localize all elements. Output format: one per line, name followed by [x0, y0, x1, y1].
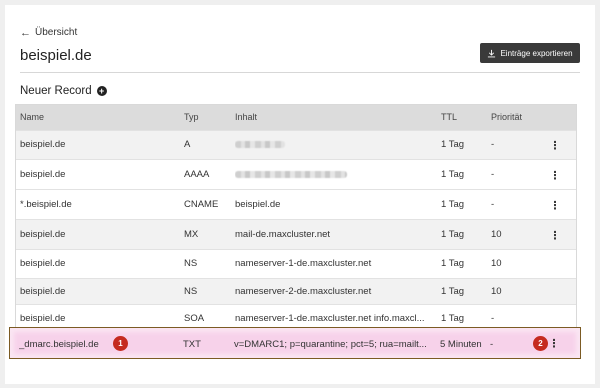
back-link[interactable]: ← Übersicht	[20, 27, 77, 38]
table-row: beispiel.de AAAA 1 Tag - ⋮	[16, 160, 576, 190]
record-priority: -	[491, 313, 495, 324]
record-type: MX	[184, 229, 199, 240]
row-menu-icon[interactable]: ⋮	[549, 139, 561, 152]
record-ttl: 1 Tag	[441, 199, 465, 210]
annotation-badge-1: 1	[113, 336, 128, 351]
record-name: beispiel.de	[20, 313, 66, 324]
record-type: NS	[184, 258, 198, 269]
record-type: CNAME	[184, 199, 219, 210]
record-type: SOA	[184, 313, 205, 324]
record-name: *.beispiel.de	[20, 199, 72, 210]
record-content: mail-de.maxcluster.net	[235, 229, 331, 240]
record-type: TXT	[183, 339, 201, 350]
record-priority: -	[491, 199, 495, 210]
record-content-redacted	[235, 169, 430, 180]
record-priority: 10	[491, 286, 502, 297]
record-ttl: 1 Tag	[441, 139, 465, 150]
row-menu-icon[interactable]: ⋮	[549, 229, 561, 242]
record-ttl: 1 Tag	[441, 286, 465, 297]
header-type: Typ	[184, 112, 199, 122]
header-content: Inhalt	[235, 112, 258, 122]
header-ttl: TTL	[441, 112, 458, 122]
record-name: beispiel.de	[20, 139, 66, 150]
dns-records-table: Name Typ Inhalt TTL Priorität beispiel.d…	[15, 104, 577, 333]
header-priority: Priorität	[491, 112, 523, 122]
record-content: v=DMARC1; p=quarantine; pct=5; rua=mailt…	[234, 339, 427, 350]
record-priority: -	[491, 139, 495, 150]
record-content-redacted	[235, 139, 430, 150]
table-header-row: Name Typ Inhalt TTL Priorität	[16, 105, 576, 131]
record-priority: 10	[491, 258, 502, 269]
record-priority: 10	[491, 229, 502, 240]
table-row: beispiel.de MX mail-de.maxcluster.net 1 …	[16, 220, 576, 250]
back-link-label: Übersicht	[35, 27, 78, 38]
record-ttl: 1 Tag	[441, 313, 465, 324]
record-type: A	[184, 139, 191, 150]
arrow-left-icon: ←	[20, 26, 31, 39]
table-row: beispiel.de A 1 Tag - ⋮	[16, 131, 576, 160]
record-content: beispiel.de	[235, 199, 281, 210]
export-entries-button[interactable]: Einträge exportieren	[480, 43, 580, 63]
record-name: beispiel.de	[20, 258, 66, 269]
new-record-label: Neuer Record	[20, 85, 92, 97]
row-menu-icon[interactable]: ⋮	[549, 199, 561, 212]
record-ttl: 5 Minuten	[440, 339, 482, 350]
record-ttl: 1 Tag	[441, 258, 465, 269]
header-name: Name	[20, 112, 45, 122]
record-content: nameserver-1-de.maxcluster.net	[235, 258, 372, 269]
record-content: nameserver-2-de.maxcluster.net	[235, 286, 372, 297]
table-row: *.beispiel.de CNAME beispiel.de 1 Tag - …	[16, 190, 576, 220]
page-title: beispiel.de	[20, 47, 92, 64]
export-button-label: Einträge exportieren	[500, 48, 573, 58]
record-name: _dmarc.beispiel.de	[19, 339, 99, 350]
record-content: nameserver-1-de.maxcluster.net info.maxc…	[235, 313, 425, 324]
table-row-dmarc: _dmarc.beispiel.de TXT v=DMARC1; p=quara…	[15, 330, 575, 357]
plus-circle-icon[interactable]: +	[96, 86, 107, 96]
record-ttl: 1 Tag	[441, 169, 465, 180]
table-row: beispiel.de NS nameserver-1-de.maxcluste…	[16, 250, 576, 279]
record-name: beispiel.de	[20, 229, 66, 240]
record-priority: -	[491, 169, 495, 180]
new-record-button[interactable]: Neuer Record +	[20, 85, 107, 97]
download-icon	[488, 49, 496, 57]
annotation-badge-2: 2	[533, 336, 548, 351]
divider	[20, 72, 580, 73]
row-menu-icon[interactable]: ⋮	[549, 169, 561, 182]
table-row: beispiel.de NS nameserver-2-de.maxcluste…	[16, 279, 576, 305]
row-menu-icon[interactable]: ⋮	[548, 337, 560, 350]
record-ttl: 1 Tag	[441, 229, 465, 240]
record-type: AAAA	[184, 169, 210, 180]
record-name: beispiel.de	[20, 286, 66, 297]
record-type: NS	[184, 286, 198, 297]
record-priority: -	[490, 339, 494, 350]
record-name: beispiel.de	[20, 169, 66, 180]
